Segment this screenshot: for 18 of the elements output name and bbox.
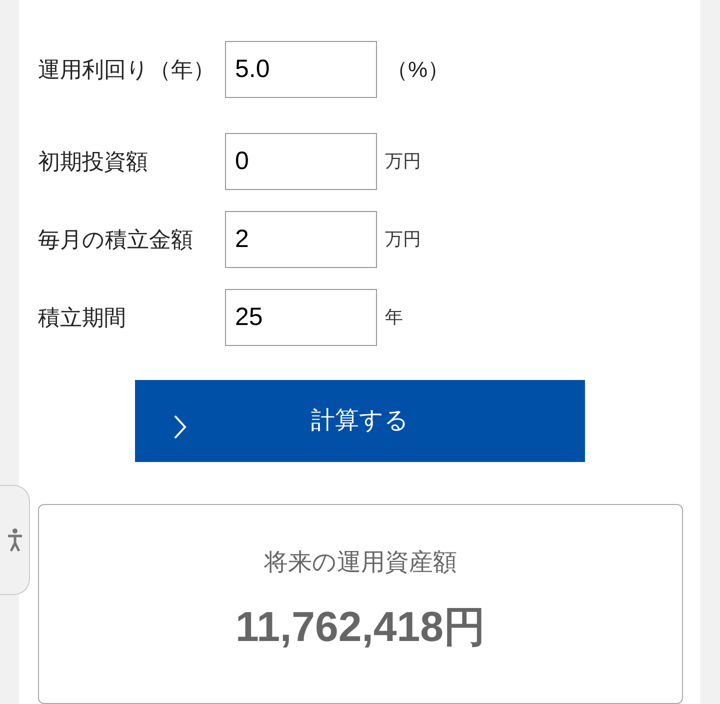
unit-label: 万円 xyxy=(385,228,421,251)
input-field[interactable]: 25 xyxy=(225,289,377,346)
calculate-button[interactable]: 計算する xyxy=(135,380,585,462)
result-amount: 11,762,418円 xyxy=(236,602,486,652)
chevron-right-icon xyxy=(173,414,187,440)
input-field[interactable]: 2 xyxy=(225,211,377,268)
field-label: 運用利回り（年） xyxy=(38,56,216,84)
accessibility-tab[interactable] xyxy=(0,485,30,595)
person-icon xyxy=(6,528,22,552)
result-title: 将来の運用資産額 xyxy=(264,548,457,578)
unit-label: 年 xyxy=(385,306,403,329)
input-field[interactable]: 0 xyxy=(225,133,377,190)
unit-label: （%） xyxy=(386,56,450,84)
field-label: 積立期間 xyxy=(38,304,127,332)
field-label: 毎月の積立金額 xyxy=(38,226,194,254)
field-label: 初期投資額 xyxy=(38,148,149,176)
unit-label: 万円 xyxy=(385,150,421,173)
input-field[interactable]: 5.0 xyxy=(225,41,377,98)
